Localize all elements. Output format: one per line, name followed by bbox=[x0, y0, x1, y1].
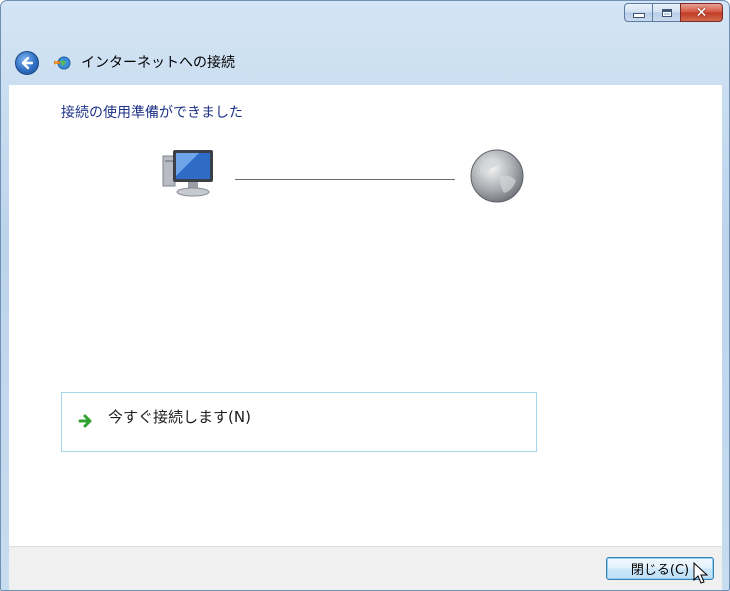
close-window-button[interactable]: ✕ bbox=[680, 3, 723, 22]
connect-now-link[interactable]: 今すぐ接続します(N) bbox=[61, 392, 537, 452]
title-bar[interactable]: ✕ bbox=[1, 1, 729, 29]
back-button[interactable] bbox=[15, 51, 39, 75]
caption-buttons: ✕ bbox=[624, 3, 723, 22]
wizard-window: ✕ インターネットへの接続 接続の使用準備ができました 今すぐ接続します(N) … bbox=[0, 0, 730, 591]
page-heading: 接続の使用準備ができました bbox=[61, 105, 243, 121]
green-arrow-icon bbox=[78, 414, 92, 428]
footer-bar: 閉じる(C) bbox=[9, 546, 722, 590]
maximize-icon bbox=[661, 8, 672, 17]
minimize-button[interactable] bbox=[624, 3, 653, 22]
content-area: 接続の使用準備ができました 今すぐ接続します(N) bbox=[9, 85, 722, 546]
back-arrow-icon bbox=[21, 56, 34, 70]
close-icon: ✕ bbox=[695, 4, 708, 21]
mouse-cursor-icon bbox=[693, 562, 709, 584]
globe-icon bbox=[470, 149, 524, 203]
network-globe-icon bbox=[54, 56, 71, 70]
wizard-title: インターネットへの接続 bbox=[81, 55, 235, 71]
connection-line bbox=[235, 179, 455, 180]
minimize-icon bbox=[632, 13, 645, 18]
connect-now-label: 今すぐ接続します(N) bbox=[108, 408, 251, 426]
computer-icon bbox=[162, 150, 213, 197]
maximize-button[interactable] bbox=[652, 3, 681, 22]
